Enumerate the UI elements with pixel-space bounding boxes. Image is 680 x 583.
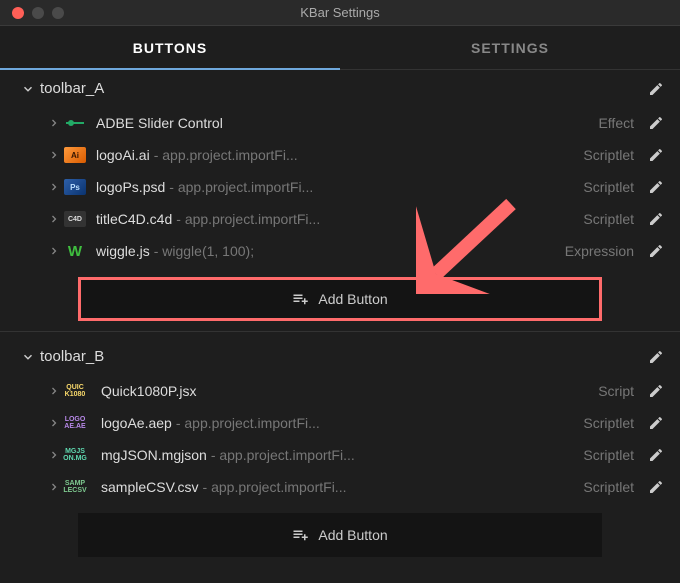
chevron-down-icon [16, 82, 40, 96]
slider-icon [64, 115, 86, 131]
tab-buttons[interactable]: BUTTONS [0, 26, 340, 69]
list-item[interactable]: Ai logoAi.ai - app.project.importFi... S… [0, 139, 680, 171]
add-button-label: Add Button [318, 527, 387, 543]
item-name: logoPs.psd [96, 179, 165, 195]
list-item[interactable]: LOGOAE.AE logoAe.aep - app.project.impor… [0, 407, 680, 439]
text-icon: QUICK1080 [59, 383, 91, 399]
item-extra: - app.project.importFi... [203, 479, 347, 495]
chevron-right-icon [44, 245, 64, 257]
list-item[interactable]: W wiggle.js - wiggle(1, 100); Expression [0, 235, 680, 267]
tab-settings[interactable]: SETTINGS [340, 26, 680, 69]
window-title: KBar Settings [300, 5, 380, 20]
add-button[interactable]: Add Button [78, 513, 602, 557]
item-name: logoAe.aep [101, 415, 172, 431]
text-icon: SAMPLECSV [59, 479, 91, 495]
pencil-icon[interactable] [648, 383, 664, 399]
text-icon: LOGOAE.AE [59, 415, 91, 431]
chevron-right-icon [44, 149, 64, 161]
item-name: titleC4D.c4d [96, 211, 172, 227]
item-name: mgJSON.mgjson [101, 447, 207, 463]
pencil-icon[interactable] [648, 81, 664, 97]
pencil-icon[interactable] [648, 211, 664, 227]
w-icon: W [64, 243, 86, 259]
item-type: Expression [565, 243, 634, 259]
add-button[interactable]: Add Button [78, 277, 602, 321]
list-item[interactable]: ADBE Slider Control Effect [0, 107, 680, 139]
c4d-file-icon: C4D [64, 211, 86, 227]
item-type: Scriptlet [583, 179, 634, 195]
toolbar-b-items: QUICK1080 Quick1080P.jsx Script LOGOAE.A… [0, 375, 680, 503]
toolbar-name: toolbar_A [40, 80, 648, 97]
separator [0, 331, 680, 332]
item-extra: - wiggle(1, 100); [154, 243, 254, 259]
ai-file-icon: Ai [64, 147, 86, 163]
pencil-icon[interactable] [648, 479, 664, 495]
item-name: ADBE Slider Control [96, 115, 223, 131]
item-type: Scriptlet [583, 447, 634, 463]
close-window-icon[interactable] [12, 7, 24, 19]
pencil-icon[interactable] [648, 179, 664, 195]
playlist-add-icon [292, 526, 310, 544]
item-name: sampleCSV.csv [101, 479, 199, 495]
item-extra: - app.project.importFi... [176, 415, 320, 431]
item-type: Effect [598, 115, 634, 131]
item-name: Quick1080P.jsx [101, 383, 196, 399]
pencil-icon[interactable] [648, 415, 664, 431]
item-extra: - app.project.importFi... [169, 179, 313, 195]
item-type: Scriptlet [583, 211, 634, 227]
traffic-lights [0, 7, 64, 19]
chevron-down-icon [16, 350, 40, 364]
list-item[interactable]: QUICK1080 Quick1080P.jsx Script [0, 375, 680, 407]
item-name: logoAi.ai [96, 147, 150, 163]
minimize-window-icon [32, 7, 44, 19]
pencil-icon[interactable] [648, 447, 664, 463]
add-button-label: Add Button [318, 291, 387, 307]
playlist-add-icon [292, 290, 310, 308]
chevron-right-icon [44, 213, 64, 225]
item-type: Scriptlet [583, 415, 634, 431]
pencil-icon[interactable] [648, 349, 664, 365]
list-item[interactable]: SAMPLECSV sampleCSV.csv - app.project.im… [0, 471, 680, 503]
ps-file-icon: Ps [64, 179, 86, 195]
item-type: Script [598, 383, 634, 399]
toolbar-a-items: ADBE Slider Control Effect Ai logoAi.ai … [0, 107, 680, 267]
item-type: Scriptlet [583, 479, 634, 495]
maximize-window-icon [52, 7, 64, 19]
item-type: Scriptlet [583, 147, 634, 163]
pencil-icon[interactable] [648, 147, 664, 163]
content: toolbar_A ADBE Slider Control Effect Ai … [0, 70, 680, 557]
titlebar: KBar Settings [0, 0, 680, 26]
item-name: wiggle.js [96, 243, 150, 259]
pencil-icon[interactable] [648, 115, 664, 131]
item-extra: - app.project.importFi... [154, 147, 298, 163]
list-item[interactable]: C4D titleC4D.c4d - app.project.importFi.… [0, 203, 680, 235]
list-item[interactable]: MGJSON.MG mgJSON.mgjson - app.project.im… [0, 439, 680, 471]
toolbar-header-b[interactable]: toolbar_B [0, 338, 680, 375]
tabs: BUTTONS SETTINGS [0, 26, 680, 70]
list-item[interactable]: Ps logoPs.psd - app.project.importFi... … [0, 171, 680, 203]
item-extra: - app.project.importFi... [211, 447, 355, 463]
text-icon: MGJSON.MG [59, 447, 91, 463]
toolbar-name: toolbar_B [40, 348, 648, 365]
item-extra: - app.project.importFi... [176, 211, 320, 227]
chevron-right-icon [44, 181, 64, 193]
toolbar-header-a[interactable]: toolbar_A [0, 70, 680, 107]
pencil-icon[interactable] [648, 243, 664, 259]
chevron-right-icon [44, 117, 64, 129]
